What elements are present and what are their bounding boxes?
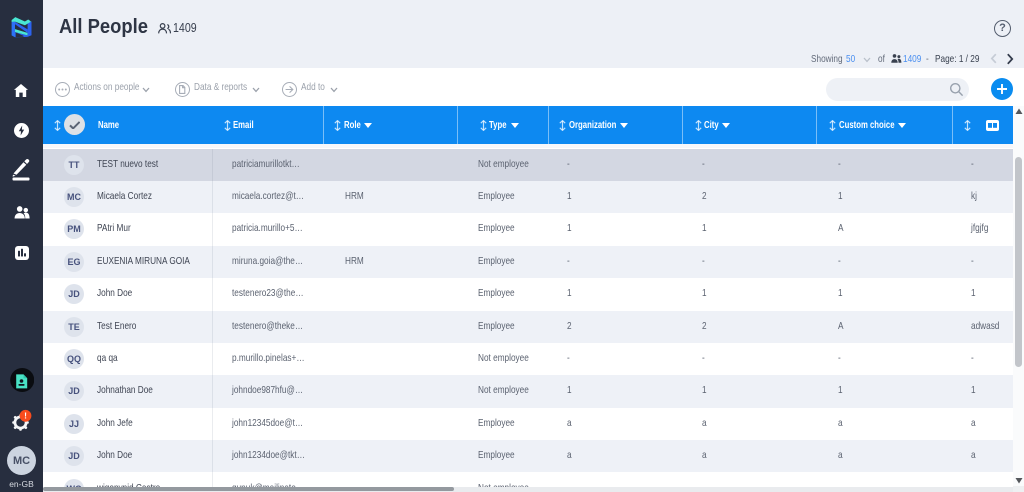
svg-text:!: ! xyxy=(24,411,27,421)
